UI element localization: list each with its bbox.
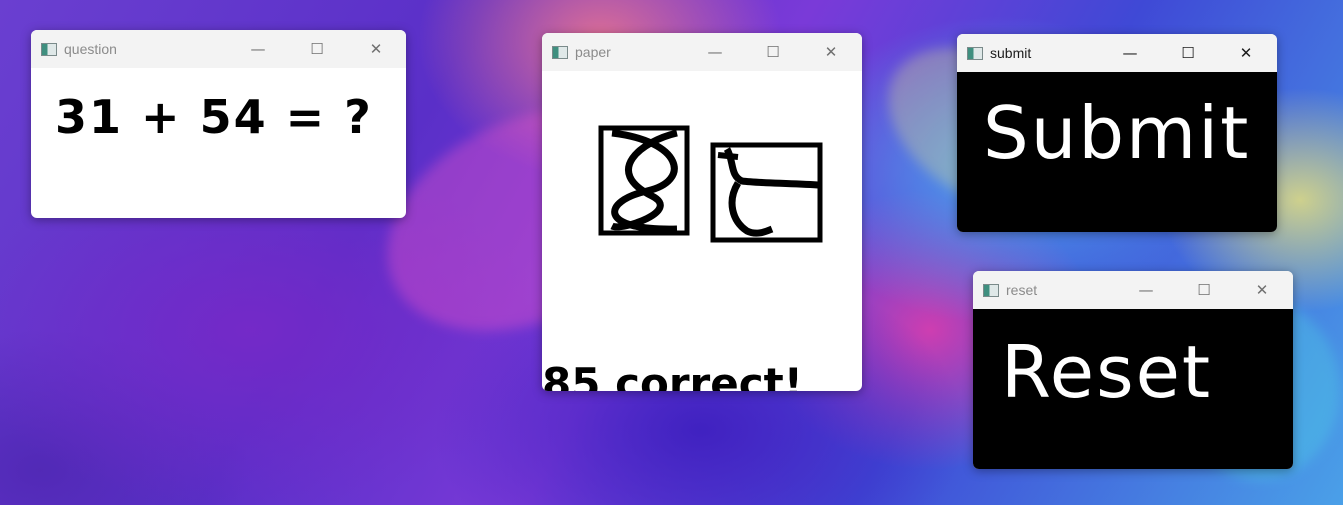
window-title: submit: [990, 45, 1032, 61]
digit-box-2: [710, 142, 823, 243]
maximize-icon[interactable]: ☐: [1175, 271, 1233, 309]
digit-box-1: [598, 125, 690, 236]
minimize-icon[interactable]: —: [1101, 34, 1159, 72]
submit-button[interactable]: Submit: [957, 72, 1277, 232]
close-icon[interactable]: ✕: [802, 33, 860, 71]
question-canvas: 31 + 54 = ?: [31, 68, 406, 218]
reset-window: reset — ☐ ✕ Reset: [973, 271, 1293, 469]
reset-label: Reset: [1001, 330, 1213, 414]
handwritten-digits: [598, 125, 823, 243]
minimize-icon[interactable]: —: [1117, 271, 1175, 309]
titlebar[interactable]: reset — ☐ ✕: [973, 271, 1293, 309]
result-text: 85 correct!: [542, 359, 803, 392]
titlebar[interactable]: paper — ☐ ✕: [542, 33, 862, 71]
window-title: reset: [1006, 282, 1038, 298]
submit-label: Submit: [983, 91, 1251, 175]
maximize-icon[interactable]: ☐: [1159, 34, 1217, 72]
titlebar[interactable]: submit — ☐ ✕: [957, 34, 1277, 72]
paper-canvas[interactable]: 85 correct!: [542, 71, 862, 391]
minimize-icon[interactable]: —: [686, 33, 744, 71]
app-icon: [967, 46, 983, 60]
paper-window: paper — ☐ ✕ 85 correct!: [542, 33, 862, 391]
submit-window: submit — ☐ ✕ Submit: [957, 34, 1277, 232]
app-icon: [41, 42, 57, 56]
app-icon: [983, 283, 999, 297]
close-icon[interactable]: ✕: [347, 30, 405, 68]
question-window: question — ☐ ✕ 31 + 54 = ?: [31, 30, 406, 218]
app-icon: [552, 45, 568, 59]
minimize-icon[interactable]: —: [229, 30, 287, 68]
window-title: paper: [575, 44, 611, 60]
reset-button[interactable]: Reset: [973, 309, 1293, 469]
titlebar[interactable]: question — ☐ ✕: [31, 30, 406, 68]
close-icon[interactable]: ✕: [1233, 271, 1291, 309]
maximize-icon[interactable]: ☐: [744, 33, 802, 71]
close-icon[interactable]: ✕: [1217, 34, 1275, 72]
maximize-icon[interactable]: ☐: [288, 30, 346, 68]
window-title: question: [64, 41, 117, 57]
question-text: 31 + 54 = ?: [55, 90, 373, 144]
